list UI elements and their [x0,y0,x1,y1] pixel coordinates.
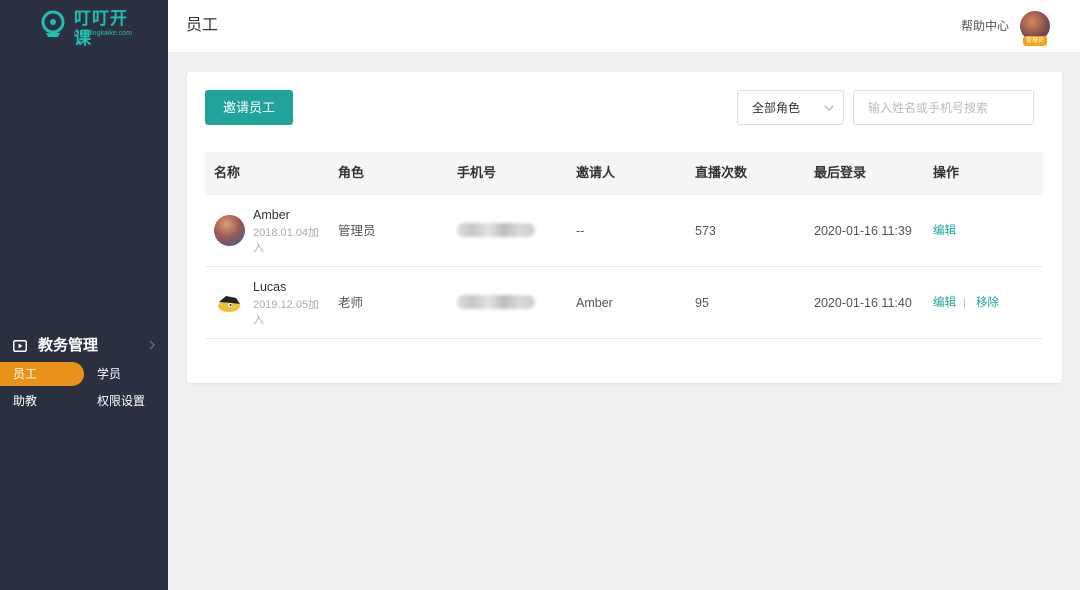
action-separator: | [963,297,966,309]
page-title: 员工 [186,17,219,34]
invite-staff-button[interactable]: 邀请员工 [205,90,293,125]
role-filter-value: 全部角色 [752,101,801,115]
staff-inviter: -- [576,224,585,238]
avatar [214,287,245,318]
sidebar-item-assistants[interactable]: 助教 [13,389,73,413]
character-avatar-icon [218,296,240,312]
alarm-bell-logo-icon [41,10,65,37]
phone-number-blurred [457,295,535,309]
staff-last-login: 2020-01-16 11:40 [814,296,912,310]
staff-live-count: 573 [695,224,716,238]
column-header-phone: 手机号 [457,165,497,180]
avatar [214,215,245,246]
brand-domain: dingdingkaike.com [74,30,132,37]
role-filter-select[interactable]: 全部角色 [737,90,844,125]
staff-role: 管理员 [338,224,376,238]
chevron-down-icon [824,105,834,111]
staff-inviter: Amber [576,296,613,310]
sidebar: 叮叮开课 dingdingkaike.com 教务管理 员工 学员 助教 权限设… [0,0,168,590]
search-input[interactable] [853,90,1034,125]
staff-joined-date: 2019.12.05加入 [253,299,320,326]
play-square-icon [13,340,27,352]
menu-group-academic[interactable]: 教务管理 [0,334,168,358]
staff-card: 邀请员工 全部角色 名称 角色 手机号 邀请人 直播次数 最后登录 操作 Amb… [187,72,1062,383]
staff-role: 老师 [338,296,364,310]
help-center-link[interactable]: 帮助中心 [961,18,1009,34]
table-header: 名称 角色 手机号 邀请人 直播次数 最后登录 操作 [205,152,1043,195]
column-header-live-count: 直播次数 [695,165,748,180]
role-badge: 管理员 [1023,36,1047,46]
column-header-last-login: 最后登录 [814,165,867,180]
column-header-actions: 操作 [933,165,960,180]
table-row: Lucas 2019.12.05加入 老师 Amber 95 2020-01-1… [205,267,1043,339]
staff-live-count: 95 [695,296,709,310]
column-header-name: 名称 [214,165,241,180]
remove-link[interactable]: 移除 [976,295,999,311]
sidebar-item-students[interactable]: 学员 [97,362,157,386]
staff-joined-date: 2018.01.04加入 [253,227,320,254]
staff-last-login: 2020-01-16 11:39 [814,224,912,238]
menu-group-label: 教务管理 [38,337,99,354]
column-header-inviter: 邀请人 [576,165,616,180]
chevron-right-icon [149,340,155,350]
column-header-role: 角色 [338,165,365,180]
edit-link[interactable]: 编辑 [933,295,956,311]
edit-link[interactable]: 编辑 [933,223,956,239]
sidebar-item-staff[interactable]: 员工 [0,362,84,386]
app-logo[interactable]: 叮叮开课 dingdingkaike.com [38,9,138,48]
sidebar-item-permissions[interactable]: 权限设置 [97,389,161,413]
staff-name: Amber [253,208,290,222]
table-row: Amber 2018.01.04加入 管理员 -- 573 2020-01-16… [205,195,1043,267]
top-header: 员工 帮助中心 管理员 [168,0,1080,52]
staff-name: Lucas [253,280,287,294]
phone-number-blurred [457,223,535,237]
